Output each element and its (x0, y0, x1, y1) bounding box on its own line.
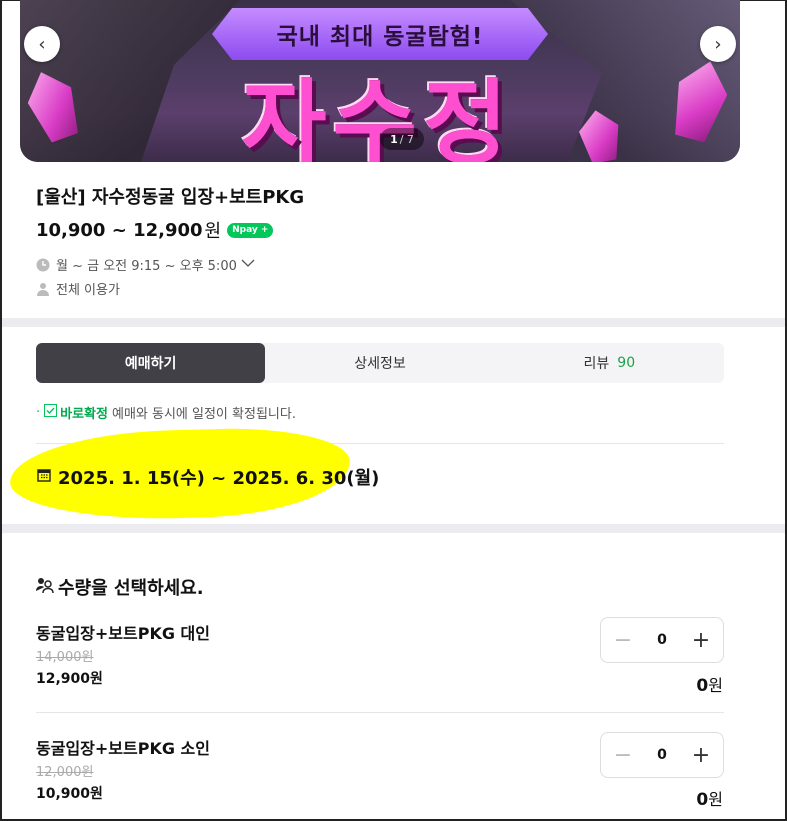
option-name: 동굴입장+보트PKG 소인 (36, 739, 210, 758)
option-original-price: 14,000원 (36, 650, 94, 665)
hours-text: 월 ~ 금 오전 9:15 ~ 오후 5:00 (56, 259, 237, 274)
tab-label: 리뷰 (583, 356, 610, 372)
review-count: 90 (617, 355, 636, 371)
tab-details[interactable]: 상세정보 (265, 343, 494, 383)
quantity-stepper: − 0 + (600, 732, 724, 778)
option-total: 0원 (696, 786, 723, 810)
quantity-header-text: 수량을 선택하세요. (58, 578, 204, 599)
quantity-header: 수량을 선택하세요. (36, 574, 204, 600)
banner-ribbon-text: 국내 최대 동굴탐험! (276, 24, 484, 50)
instant-confirm-label: 바로확정 (60, 407, 108, 422)
prev-slide-button[interactable]: ‹ (24, 26, 60, 62)
section-divider (2, 318, 785, 327)
divider (36, 712, 724, 713)
quantity-value[interactable]: 0 (657, 632, 667, 648)
instant-confirm-text: 예매와 동시에 일정이 확정됩니다. (111, 407, 296, 422)
people-icon (36, 577, 54, 597)
audience-text: 전체 이용가 (56, 283, 120, 298)
option-price: 12,900원 (36, 671, 103, 687)
tab-reviews[interactable]: 리뷰 90 (495, 343, 724, 383)
option-total-value: 0 (696, 790, 709, 810)
decrease-button[interactable]: − (613, 743, 633, 768)
slide-counter-total: / 7 (399, 132, 414, 146)
npay-badge: Npay + (227, 222, 274, 238)
quantity-value[interactable]: 0 (657, 747, 667, 763)
audience-row: 전체 이용가 (36, 279, 120, 298)
price-unit: 원 (204, 221, 222, 242)
banner-ribbon: 국내 최대 동굴탐험! (212, 8, 548, 60)
instant-confirm-notice: · 바로확정 예매와 동시에 일정이 확정됩니다. (36, 403, 296, 422)
bullet-dot: · (36, 405, 41, 420)
calendar-icon (37, 468, 51, 486)
price-range: 10,900 ~ 12,900 (36, 219, 203, 241)
banner-big-title: 자수정 (242, 70, 514, 163)
slide-counter: 1 / 7 (380, 128, 424, 150)
option-total-unit: 원 (708, 790, 723, 809)
chevron-left-icon: ‹ (38, 33, 46, 55)
option-total: 0원 (696, 672, 723, 696)
option-total-value: 0 (696, 676, 709, 696)
checkbox-check-icon (44, 404, 58, 421)
chevron-down-icon (241, 257, 255, 272)
tab-label: 예매하기 (124, 356, 177, 372)
person-icon (36, 282, 50, 296)
decrease-button[interactable]: − (613, 628, 633, 653)
next-slide-button[interactable]: › (700, 26, 736, 62)
tab-bar: 예매하기 상세정보 리뷰 90 (36, 343, 724, 383)
option-total-unit: 원 (708, 676, 723, 695)
option-price: 10,900원 (36, 786, 103, 802)
price-row: 10,900 ~ 12,900 원 Npay + (36, 217, 274, 243)
chevron-right-icon: › (714, 33, 722, 55)
increase-button[interactable]: + (691, 628, 711, 653)
increase-button[interactable]: + (691, 743, 711, 768)
tab-booking[interactable]: 예매하기 (36, 343, 266, 383)
event-period: 2025. 1. 15(수) ~ 2025. 6. 30(월) (37, 464, 379, 490)
product-title: [울산] 자수정동굴 입장+보트PKG (36, 187, 305, 208)
hours-row[interactable]: 월 ~ 금 오전 9:15 ~ 오후 5:00 (36, 255, 255, 274)
option-name: 동굴입장+보트PKG 대인 (36, 624, 210, 643)
tab-label: 상세정보 (354, 356, 406, 372)
period-text: 2025. 1. 15(수) ~ 2025. 6. 30(월) (58, 468, 380, 489)
hero-banner[interactable]: 국내 최대 동굴탐험! 자수정 1 / 7 (20, 0, 740, 162)
quantity-stepper: − 0 + (600, 617, 724, 663)
clock-icon (36, 258, 50, 272)
slide-counter-current: 1 (390, 132, 398, 146)
section-divider (2, 524, 785, 533)
option-original-price: 12,000원 (36, 765, 94, 780)
